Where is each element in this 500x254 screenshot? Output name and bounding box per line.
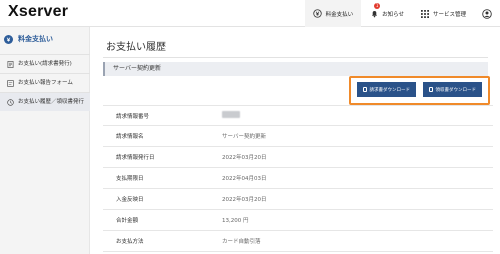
download-icon: [429, 87, 433, 92]
receipt-download-label: 領収書ダウンロード: [435, 86, 477, 92]
row-value: 2022年03月20日: [222, 197, 267, 203]
nav-notifications[interactable]: 1 お知らせ: [361, 0, 412, 27]
invoice-download-button[interactable]: 請求書ダウンロード: [357, 82, 416, 97]
document-icon: [7, 60, 14, 68]
row-label: 合計金額: [116, 218, 139, 224]
sidebar-list: お支払い(請求書発行) お支払い報告フォーム お支払い履歴／領収書発行: [0, 54, 90, 111]
sidebar-title-label: 料金支払い: [18, 35, 53, 43]
sidebar-item-label: お支払い(請求書発行): [18, 61, 72, 67]
redacted-value: [222, 111, 240, 118]
sidebar-item-label: お支払い報告フォーム: [18, 80, 73, 86]
row-value: カード自動引落: [222, 239, 261, 245]
nav-billing[interactable]: 料金支払い: [304, 0, 362, 27]
sidebar-item-label: お支払い履歴／領収書発行: [18, 99, 85, 105]
clock-icon: [7, 98, 14, 106]
grid-icon: [420, 9, 430, 19]
row-value: サーバー契約更新: [222, 134, 266, 140]
row-label: 請求情報発行日: [116, 155, 155, 161]
section-title: サーバー契約更新: [103, 62, 488, 76]
download-icon: [363, 87, 367, 92]
table-row: お支払方法 カード自動引落: [103, 231, 493, 252]
top-nav: 料金支払い 1 お知らせ サービス管理: [304, 0, 500, 27]
user-icon: [482, 8, 492, 19]
table-row: 合計金額 13,200 円: [103, 210, 493, 231]
row-label: 請求情報番号: [116, 113, 150, 120]
sidebar-item-report-form[interactable]: お支払い報告フォーム: [0, 73, 90, 92]
table-row: 請求情報番号: [103, 105, 493, 126]
nav-billing-label: 料金支払い: [325, 11, 354, 18]
sidebar: 料金支払い お支払い(請求書発行) お支払い報告フォーム お支払い履歴／領収書発…: [0, 27, 90, 254]
nav-services-label: サービス管理: [432, 11, 466, 18]
notification-badge: 1: [374, 3, 381, 9]
table-row: 請求情報名 サーバー契約更新: [103, 126, 493, 147]
table-row: 請求情報発行日 2022年03月20日: [103, 147, 493, 168]
yen-circle-icon: [313, 9, 323, 19]
row-label: 入金反映日: [116, 197, 144, 203]
sidebar-item-invoice[interactable]: お支払い(請求書発行): [0, 54, 90, 73]
row-label: 支払期限日: [116, 176, 144, 182]
row-value: 2022年03月20日: [222, 155, 267, 161]
table-row: 入金反映日 2022年03月20日: [103, 189, 493, 210]
bell-icon: [369, 9, 379, 19]
title-divider: [103, 57, 488, 58]
nav-services[interactable]: サービス管理: [412, 0, 474, 27]
nav-notifications-label: お知らせ: [382, 11, 404, 18]
form-icon: [7, 79, 14, 87]
sidebar-item-history[interactable]: お支払い履歴／領収書発行: [0, 92, 90, 111]
billing-details-table: 請求情報番号 請求情報名 サーバー契約更新 請求情報発行日 2022年03月20…: [103, 105, 493, 252]
row-value: 13,200 円: [222, 218, 249, 224]
page-title: お支払い履歴: [106, 42, 166, 53]
table-row: 支払期限日 2022年04月03日: [103, 168, 493, 189]
top-header: Xserver 料金支払い 1 お知らせ サービス管理: [0, 0, 500, 27]
yen-circle-icon: [4, 34, 13, 44]
row-value: [222, 111, 240, 120]
receipt-download-button[interactable]: 領収書ダウンロード: [423, 82, 482, 97]
row-value: 2022年04月03日: [222, 176, 267, 182]
logo[interactable]: Xserver: [8, 3, 68, 21]
row-label: 請求情報名: [116, 134, 144, 140]
sidebar-title[interactable]: 料金支払い: [4, 34, 53, 44]
invoice-download-label: 請求書ダウンロード: [369, 86, 411, 92]
nav-account[interactable]: [474, 0, 500, 27]
row-label: お支払方法: [116, 239, 144, 245]
